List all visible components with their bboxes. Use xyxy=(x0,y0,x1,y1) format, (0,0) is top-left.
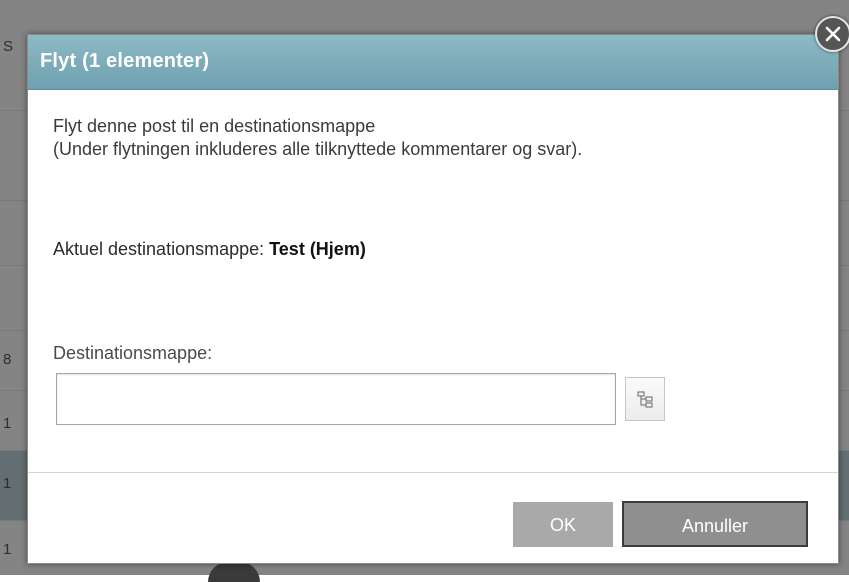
ok-button[interactable]: OK xyxy=(513,502,613,547)
cancel-button[interactable]: Annuller xyxy=(622,501,808,547)
footer-divider xyxy=(28,472,838,473)
destination-label: Destinationsmappe: xyxy=(53,343,213,363)
close-dialog-button[interactable] xyxy=(815,16,849,52)
current-destination: Aktuel destinationsmappe: Test (Hjem) xyxy=(53,239,366,260)
current-destination-label: Aktuel destinationsmappe: xyxy=(53,239,270,259)
destination-input[interactable] xyxy=(56,373,616,425)
current-destination-value: Test (Hjem) xyxy=(269,239,366,259)
message-line-2: (Under flytningen inkluderes alle tilkny… xyxy=(53,139,583,159)
browse-folder-button[interactable] xyxy=(625,377,665,421)
dialog-header: Flyt (1 elementer) xyxy=(28,35,838,90)
message-line-1: Flyt denne post til en destinationsmappe xyxy=(53,116,376,136)
dialog-message: Flyt denne post til en destinationsmappe… xyxy=(53,115,823,161)
move-dialog: Flyt (1 elementer) Flyt denne post til e… xyxy=(27,34,839,564)
dialog-title: Flyt (1 elementer) xyxy=(40,50,210,72)
